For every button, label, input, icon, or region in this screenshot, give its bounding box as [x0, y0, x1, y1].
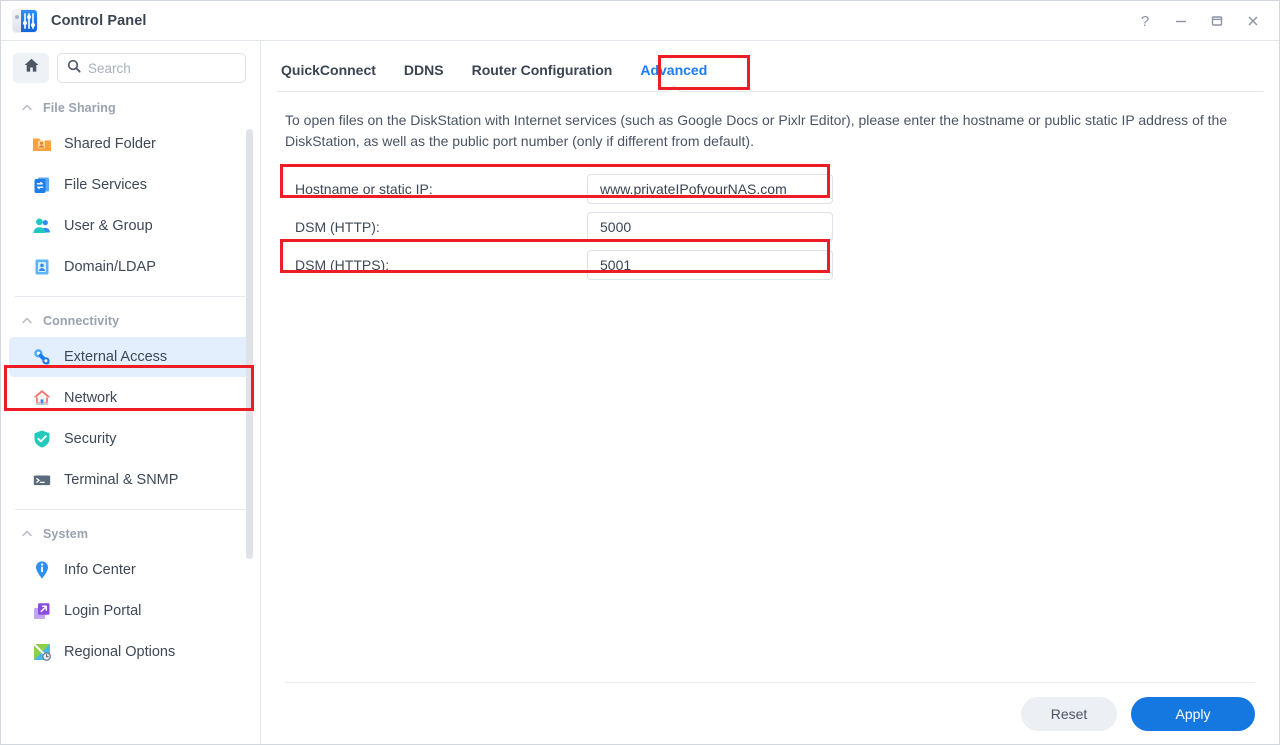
sidebar-group-system[interactable]: System	[1, 519, 260, 549]
domain-ldap-icon	[31, 256, 53, 278]
dsm-http-input[interactable]	[587, 212, 833, 243]
tab-label: Advanced	[640, 62, 708, 78]
sidebar-item-label: Terminal & SNMP	[64, 471, 179, 488]
sidebar-item-label: Login Portal	[64, 602, 142, 619]
window-title: Control Panel	[51, 12, 147, 29]
info-center-icon	[31, 559, 53, 581]
sidebar-item-label: Security	[64, 430, 117, 447]
sidebar-nav: File Sharing Shared Folder File Services…	[1, 93, 260, 744]
tab-advanced[interactable]: Advanced	[626, 62, 721, 91]
sidebar-search-row	[1, 41, 260, 93]
home-icon	[23, 57, 40, 79]
description-text: To open files on the DiskStation with In…	[285, 112, 1228, 150]
sidebar-item-label: Network	[64, 389, 118, 406]
shared-folder-icon	[31, 133, 53, 155]
sidebar-group-connectivity[interactable]: Connectivity	[1, 306, 260, 336]
sidebar-item-login-portal[interactable]: Login Portal	[9, 591, 252, 631]
minimize-button[interactable]	[1163, 3, 1199, 39]
sidebar-item-file-services[interactable]: File Services	[9, 165, 252, 205]
apply-button[interactable]: Apply	[1131, 696, 1255, 731]
home-button[interactable]	[13, 53, 49, 83]
sidebar-item-label: Regional Options	[64, 643, 176, 660]
sidebar-item-network[interactable]: Network	[9, 378, 252, 418]
regional-options-icon	[31, 641, 53, 663]
hostname-input[interactable]	[587, 174, 833, 205]
external-access-icon	[31, 346, 53, 368]
sidebar-divider	[15, 296, 246, 297]
sidebar-item-info-center[interactable]: Info Center	[9, 550, 252, 590]
main-panel: QuickConnect DDNS Router Configuration A…	[261, 41, 1279, 744]
tab-ddns[interactable]: DDNS	[390, 62, 458, 91]
tab-label: Router Configuration	[471, 62, 613, 78]
control-panel-icon	[13, 9, 37, 32]
tab-router-configuration[interactable]: Router Configuration	[458, 62, 627, 91]
form-row-dsm-https: DSM (HTTPS):	[285, 247, 1255, 284]
sidebar-item-label: Info Center	[64, 561, 136, 578]
dsm-https-input[interactable]	[587, 250, 833, 281]
sidebar: File Sharing Shared Folder	[1, 41, 261, 744]
dsm-https-label: DSM (HTTPS):	[295, 257, 390, 274]
network-icon	[31, 387, 53, 409]
search-box[interactable]	[57, 53, 246, 83]
sidebar-item-label: Domain/LDAP	[64, 258, 156, 275]
form-row-dsm-http: DSM (HTTP):	[285, 209, 1255, 246]
tabs-container: QuickConnect DDNS Router Configuration A…	[261, 41, 1279, 92]
terminal-snmp-icon	[31, 469, 53, 491]
login-portal-icon	[31, 600, 53, 622]
window-body: File Sharing Shared Folder	[1, 41, 1279, 744]
tab-content-advanced: To open files on the DiskStation with In…	[261, 92, 1279, 682]
dsm-http-label: DSM (HTTP):	[295, 219, 380, 236]
sidebar-divider	[15, 509, 246, 510]
sidebar-item-terminal-snmp[interactable]: Terminal & SNMP	[9, 460, 252, 500]
maximize-button[interactable]	[1199, 3, 1235, 39]
sidebar-item-security[interactable]: Security	[9, 419, 252, 459]
help-button[interactable]: ?	[1127, 3, 1163, 39]
sidebar-group-label: System	[43, 527, 89, 541]
user-group-icon	[31, 215, 53, 237]
search-input[interactable]	[88, 60, 236, 76]
action-footer: Reset Apply	[285, 682, 1255, 744]
chevron-up-icon	[21, 102, 33, 114]
sidebar-item-domain-ldap[interactable]: Domain/LDAP	[9, 247, 252, 287]
sidebar-item-label: User & Group	[64, 217, 153, 234]
control-panel-window: Control Panel ? Search File Sharing Shar…	[0, 0, 1280, 745]
sidebar-item-shared-folder[interactable]: Shared Folder	[9, 124, 252, 164]
hostname-label: Hostname or static IP:	[295, 181, 433, 198]
sidebar-group-label: Connectivity	[43, 314, 120, 328]
sidebar-item-regional-options[interactable]: Regional Options	[9, 632, 252, 672]
chevron-up-icon	[21, 528, 33, 540]
sidebar-scrollbar[interactable]	[246, 129, 253, 559]
sidebar-item-external-access[interactable]: External Access	[9, 337, 252, 377]
close-button[interactable]	[1235, 3, 1271, 39]
sidebar-group-label: File Sharing	[43, 101, 116, 115]
tab-label: QuickConnect	[281, 62, 376, 78]
reset-button[interactable]: Reset	[1021, 696, 1117, 731]
sidebar-item-user-group[interactable]: User & Group	[9, 206, 252, 246]
search-icon	[67, 59, 81, 78]
advanced-form: Hostname or static IP: DSM (HTTP): DSM (…	[285, 171, 1255, 284]
title-bar: Control Panel ?	[1, 1, 1279, 41]
sidebar-item-label: External Access	[64, 348, 168, 365]
sidebar-item-label: File Services	[64, 176, 147, 193]
chevron-up-icon	[21, 315, 33, 327]
sidebar-item-label: Shared Folder	[64, 135, 156, 152]
window-controls: ?	[1127, 1, 1271, 41]
form-row-hostname: Hostname or static IP:	[285, 171, 1255, 208]
tab-label: DDNS	[403, 62, 444, 78]
sidebar-group-file-sharing[interactable]: File Sharing	[1, 93, 260, 123]
tab-quickconnect[interactable]: QuickConnect	[277, 62, 390, 91]
shield-icon	[31, 428, 53, 450]
file-services-icon	[31, 174, 53, 196]
tab-bar: QuickConnect DDNS Router Configuration A…	[277, 41, 1263, 92]
